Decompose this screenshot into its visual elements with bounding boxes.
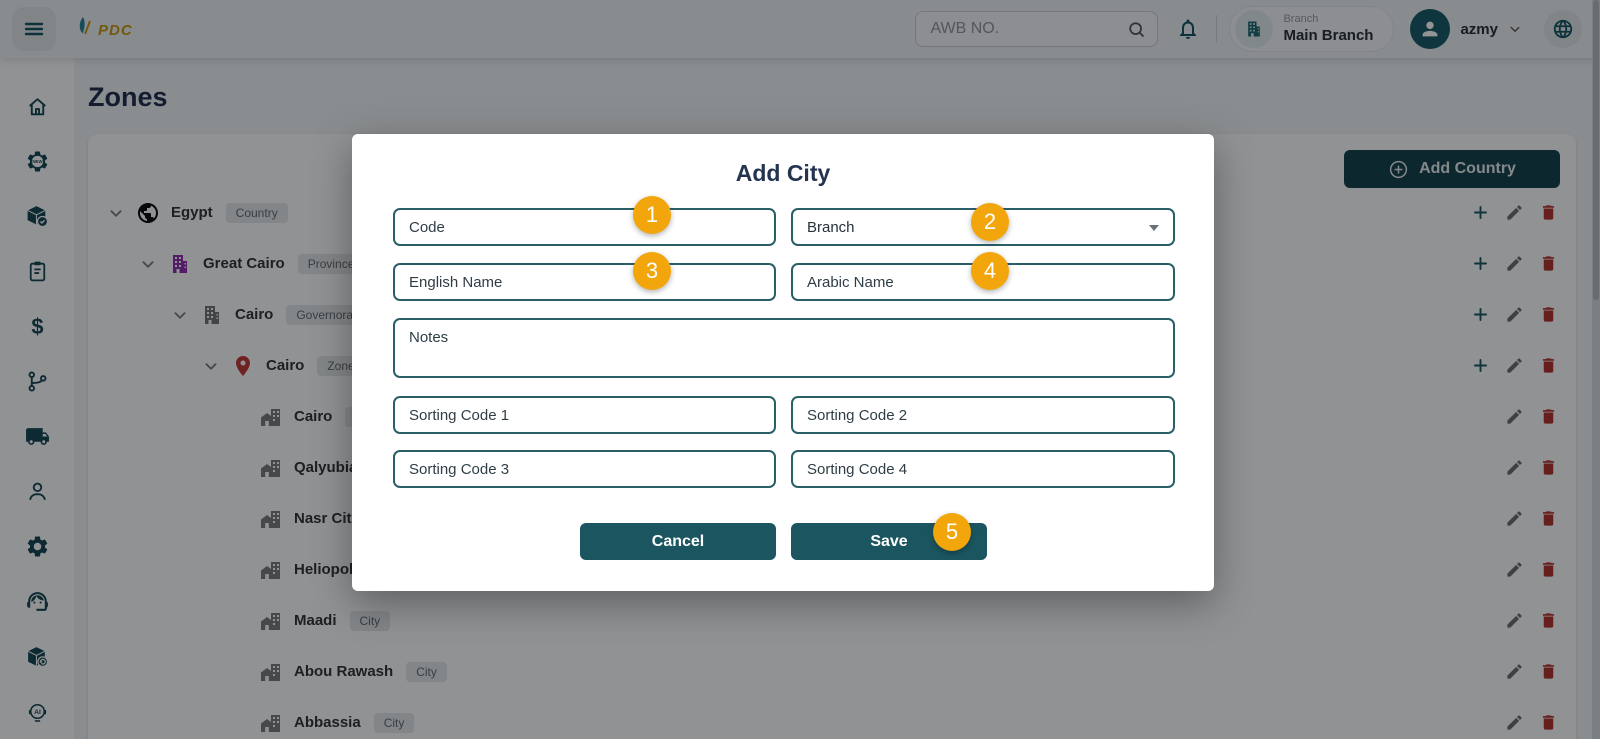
cancel-button[interactable]: Cancel — [580, 523, 776, 560]
annotation-step-4: 4 — [971, 252, 1009, 290]
add-city-modal: Add City Branch Cancel Save — [352, 134, 1214, 591]
code-input[interactable] — [393, 208, 776, 246]
annotation-step-3: 3 — [633, 252, 671, 290]
sorting-code-3-input[interactable] — [393, 450, 776, 488]
modal-title: Add City — [352, 160, 1214, 187]
branch-select-value: Branch — [807, 219, 855, 236]
sorting-code-4-input[interactable] — [791, 450, 1175, 488]
english-name-input[interactable] — [393, 263, 776, 301]
sorting-code-1-input[interactable] — [393, 396, 776, 434]
notes-textarea[interactable] — [393, 318, 1175, 378]
sorting-code-2-input[interactable] — [791, 396, 1175, 434]
annotation-step-5: 5 — [933, 513, 971, 551]
select-caret-icon — [1149, 225, 1159, 231]
annotation-step-2: 2 — [971, 203, 1009, 241]
annotation-step-1: 1 — [633, 196, 671, 234]
